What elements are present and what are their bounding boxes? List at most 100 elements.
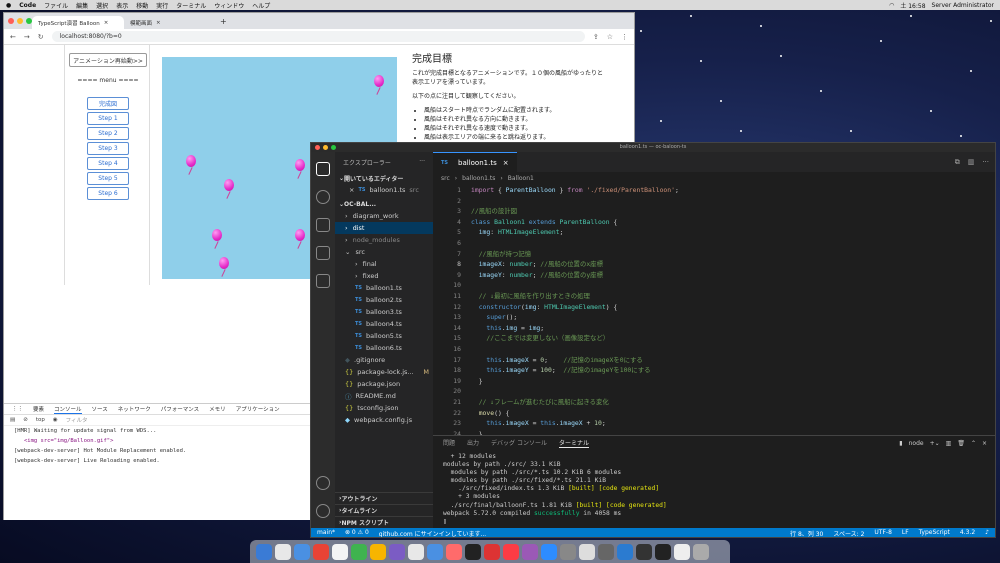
breadcrumb-item[interactable]: Balloon1 <box>508 175 534 182</box>
project-section[interactable]: ⌄ OC-BAL... <box>335 198 433 210</box>
file-tree-item[interactable]: {} package.json <box>335 378 433 390</box>
devtools-tab[interactable]: メモリ <box>209 405 226 413</box>
sidebar-section[interactable]: › アウトライン <box>335 492 433 504</box>
wifi-icon[interactable]: ◠ <box>889 2 894 9</box>
devtools-tab[interactable]: アプリケーション <box>236 405 280 413</box>
console-filter-input[interactable]: フィルタ <box>66 416 88 424</box>
menu-item[interactable]: 編集 <box>76 1 88 10</box>
close-tab-icon[interactable]: × <box>503 159 509 167</box>
clear-console-icon[interactable]: ⊘ <box>23 417 28 423</box>
file-tree-item[interactable]: ◆ .gitignore <box>335 354 433 366</box>
close-tab-icon[interactable]: × <box>104 20 109 26</box>
file-tree-item[interactable]: › final <box>335 258 433 270</box>
chrome-icon[interactable] <box>313 543 329 560</box>
podcast-icon[interactable] <box>522 543 538 560</box>
settings-icon[interactable] <box>560 543 576 560</box>
close-icon[interactable]: × <box>349 186 354 194</box>
source-control-icon[interactable] <box>316 218 330 232</box>
status-item[interactable]: TypeScript <box>919 529 950 537</box>
status-item[interactable]: UTF-8 <box>874 529 892 537</box>
step-button[interactable]: 完成図 <box>87 97 129 110</box>
terminal-icon[interactable] <box>636 543 652 560</box>
account-icon[interactable] <box>316 476 330 490</box>
eye-icon[interactable]: ◉ <box>53 417 58 423</box>
file-tree-item[interactable]: › node_modules <box>335 234 433 246</box>
messages-icon[interactable] <box>351 543 367 560</box>
file-tree-item[interactable]: › fixed <box>335 270 433 282</box>
devtools-menu-icon[interactable]: ⋮⋮ <box>12 406 23 412</box>
trash-icon[interactable] <box>693 543 709 560</box>
notes-icon[interactable] <box>370 543 386 560</box>
terminal-alt-icon[interactable] <box>655 543 671 560</box>
status-item[interactable]: github.com にサインインしています... <box>379 529 486 537</box>
step-button[interactable]: Step 4 <box>87 157 129 170</box>
finder-window-icon[interactable] <box>674 543 690 560</box>
step-button[interactable]: Step 2 <box>87 127 129 140</box>
file-tree-item[interactable]: ⓘ README.md <box>335 390 433 402</box>
bell-icon[interactable]: ♪ <box>985 529 989 537</box>
file-tree-item[interactable]: ⌄ src <box>335 246 433 258</box>
menu-app-name[interactable]: Code <box>19 2 36 9</box>
new-tab-icon[interactable]: + <box>216 17 227 29</box>
url-field[interactable]: localhost:8080/?b=0 <box>51 31 585 42</box>
apple-icon[interactable]: ● <box>6 2 11 9</box>
chevron-up-icon[interactable]: ⌃ <box>971 440 976 447</box>
maximize-icon[interactable] <box>26 18 32 24</box>
context-select[interactable]: top <box>36 417 45 423</box>
close-icon[interactable]: × <box>982 440 987 447</box>
sidebar-section[interactable]: › NPM スクリプト <box>335 516 433 528</box>
tv-icon[interactable] <box>465 543 481 560</box>
panel-tab[interactable]: 出力 <box>467 438 479 448</box>
restart-animation-button[interactable]: アニメーション再始動>> <box>69 53 147 67</box>
file-tree-item[interactable]: TS balloon2.ts <box>335 294 433 306</box>
step-button[interactable]: Step 6 <box>87 187 129 200</box>
compare-icon[interactable]: ⧉ <box>955 158 960 167</box>
kebab-menu-icon[interactable]: ⋮ <box>621 33 628 41</box>
file-tree-item[interactable]: TS balloon1.ts <box>335 282 433 294</box>
browser-tab-balloon[interactable]: TypeScript演習 Balloon × <box>32 16 124 29</box>
minimize-icon[interactable] <box>323 145 328 150</box>
status-item[interactable]: LF <box>902 529 909 537</box>
split-editor-icon[interactable]: ▥ <box>968 158 975 167</box>
files-icon[interactable] <box>316 162 330 176</box>
file-tree-item[interactable]: TS balloon6.ts <box>335 342 433 354</box>
devtools-tab[interactable]: 要素 <box>33 405 44 413</box>
finder-icon[interactable] <box>256 543 272 560</box>
menu-item[interactable]: 選択 <box>96 1 108 10</box>
file-tree-item[interactable]: › dist <box>335 222 433 234</box>
mail-icon[interactable] <box>427 543 443 560</box>
vscode-icon[interactable] <box>617 543 633 560</box>
reload-icon[interactable]: ↻ <box>38 33 44 41</box>
open-editors-section[interactable]: ⌄ 開いているエディター <box>335 172 433 184</box>
preview-icon[interactable] <box>579 543 595 560</box>
menu-user[interactable]: Server Administrator <box>932 2 994 9</box>
more-icon[interactable]: ··· <box>419 158 425 166</box>
file-tree-item[interactable]: TS balloon4.ts <box>335 318 433 330</box>
step-button[interactable]: Step 3 <box>87 142 129 155</box>
devtools-tab[interactable]: コンソール <box>54 405 82 414</box>
back-icon[interactable]: ← <box>10 33 16 41</box>
devtools-tab[interactable]: ソース <box>92 405 108 413</box>
status-item[interactable]: 行 8、列 30 <box>790 529 823 537</box>
browser-tab-model[interactable]: 模範画面 × <box>124 16 216 29</box>
share-icon[interactable]: ⇪ <box>593 33 599 41</box>
bookmark-icon[interactable]: ☆ <box>607 33 613 41</box>
status-item[interactable]: main* <box>317 529 335 537</box>
itunes-icon[interactable] <box>503 543 519 560</box>
breadcrumb-item[interactable]: balloon1.ts <box>462 175 495 182</box>
more-icon[interactable]: ··· <box>982 158 989 167</box>
close-tab-icon[interactable]: × <box>156 20 161 26</box>
sidebar-toggle-icon[interactable]: ▤ <box>10 417 15 423</box>
minimize-icon[interactable] <box>17 18 23 24</box>
calendar-icon[interactable] <box>408 543 424 560</box>
close-icon[interactable] <box>315 145 320 150</box>
sidebar-section[interactable]: › タイムライン <box>335 504 433 516</box>
status-item[interactable]: スペース: 2 <box>833 529 864 537</box>
search-icon[interactable] <box>316 190 330 204</box>
launchpad-icon[interactable] <box>275 543 291 560</box>
devtools-tab[interactable]: パフォーマンス <box>161 405 199 413</box>
breadcrumb-item[interactable]: src <box>441 175 450 182</box>
split-terminal-icon[interactable]: ▥ <box>946 440 952 447</box>
podcasts-icon[interactable] <box>389 543 405 560</box>
shell-name[interactable]: node <box>909 440 924 447</box>
